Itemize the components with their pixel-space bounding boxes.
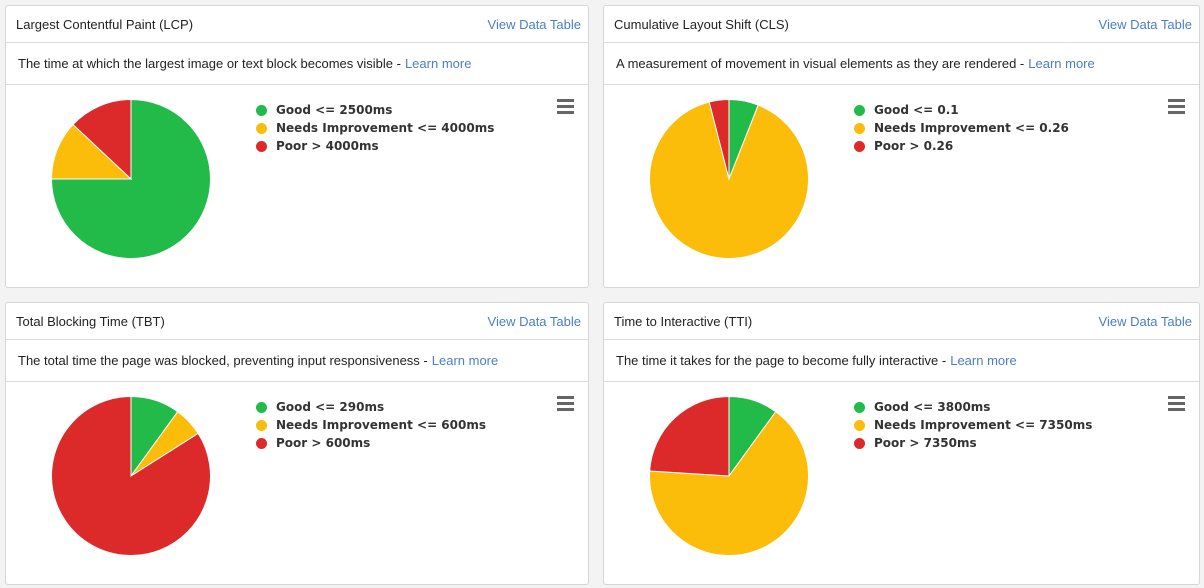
legend-item[interactable]: Needs Improvement <= 7350ms <box>854 416 1092 434</box>
legend-label: Poor > 600ms <box>276 436 371 450</box>
legend-item[interactable]: Good <= 290ms <box>256 398 486 416</box>
chart-legend: Good <= 3800ms Needs Improvement <= 7350… <box>854 398 1092 452</box>
legend-marker-icon <box>256 104 267 116</box>
hamburger-icon <box>1168 396 1185 399</box>
legend-marker-icon <box>256 140 267 152</box>
panel-description: The total time the page was blocked, pre… <box>6 340 588 382</box>
hamburger-icon <box>557 99 574 102</box>
legend-label: Poor > 7350ms <box>874 436 977 450</box>
legend-item[interactable]: Needs Improvement <= 600ms <box>256 416 486 434</box>
learn-more-link[interactable]: Learn more <box>405 56 471 71</box>
panel-description: A measurement of movement in visual elem… <box>604 43 1199 85</box>
legend-marker-icon <box>854 437 865 449</box>
panel-title: Largest Contentful Paint (LCP) <box>16 16 194 32</box>
pie-chart <box>50 98 211 259</box>
panel-header: Time to Interactive (TTI) View Data Tabl… <box>604 303 1199 340</box>
chart-area: Good <= 0.1 Needs Improvement <= 0.26 Po… <box>604 85 1199 287</box>
chart-legend: Good <= 2500ms Needs Improvement <= 4000… <box>256 101 494 155</box>
chart-legend: Good <= 290ms Needs Improvement <= 600ms… <box>256 398 486 452</box>
view-data-table-link[interactable]: View Data Table <box>1099 17 1192 32</box>
legend-marker-icon <box>256 419 267 431</box>
pie-chart <box>649 395 809 556</box>
legend-label: Good <= 290ms <box>276 400 385 414</box>
description-text: A measurement of movement in visual elem… <box>616 56 1025 71</box>
legend-item[interactable]: Needs Improvement <= 0.26 <box>854 119 1069 137</box>
panel-description: The time it takes for the page to become… <box>604 340 1199 382</box>
legend-label: Needs Improvement <= 4000ms <box>276 121 495 135</box>
legend-item[interactable]: Poor > 0.26 <box>854 137 1069 155</box>
panel-cls: Cumulative Layout Shift (CLS) View Data … <box>603 5 1200 288</box>
chart-area: Good <= 290ms Needs Improvement <= 600ms… <box>6 382 588 584</box>
chart-menu-button[interactable] <box>557 396 574 411</box>
legend-item[interactable]: Good <= 0.1 <box>854 101 1069 119</box>
panel-tbt: Total Blocking Time (TBT) View Data Tabl… <box>5 302 589 585</box>
legend-marker-icon <box>854 401 865 413</box>
panel-lcp: Largest Contentful Paint (LCP) View Data… <box>5 5 589 288</box>
panel-description: The time at which the largest image or t… <box>6 43 588 85</box>
legend-item[interactable]: Needs Improvement <= 4000ms <box>256 119 494 137</box>
view-data-table-link[interactable]: View Data Table <box>488 314 581 329</box>
hamburger-icon <box>1168 99 1185 102</box>
legend-marker-icon <box>256 437 267 449</box>
legend-item[interactable]: Poor > 4000ms <box>256 137 494 155</box>
legend-label: Poor > 0.26 <box>874 139 954 153</box>
legend-label: Good <= 0.1 <box>874 103 959 117</box>
description-text: The total time the page was blocked, pre… <box>18 353 428 368</box>
learn-more-link[interactable]: Learn more <box>432 353 498 368</box>
learn-more-link[interactable]: Learn more <box>1028 56 1094 71</box>
panel-header: Largest Contentful Paint (LCP) View Data… <box>6 6 588 43</box>
legend-label: Needs Improvement <= 0.26 <box>874 121 1069 135</box>
legend-label: Poor > 4000ms <box>276 139 379 153</box>
panel-tti: Time to Interactive (TTI) View Data Tabl… <box>603 302 1200 585</box>
chart-legend: Good <= 0.1 Needs Improvement <= 0.26 Po… <box>854 101 1069 155</box>
hamburger-icon <box>557 396 574 399</box>
chart-menu-button[interactable] <box>1168 396 1185 411</box>
pie-chart <box>51 395 211 556</box>
legend-label: Needs Improvement <= 7350ms <box>874 418 1093 432</box>
legend-marker-icon <box>854 140 865 152</box>
description-text: The time it takes for the page to become… <box>616 353 947 368</box>
legend-label: Good <= 2500ms <box>276 103 393 117</box>
legend-marker-icon <box>854 419 865 431</box>
legend-label: Needs Improvement <= 600ms <box>276 418 486 432</box>
legend-item[interactable]: Good <= 2500ms <box>256 101 494 119</box>
legend-marker-icon <box>256 122 267 134</box>
legend-item[interactable]: Poor > 7350ms <box>854 434 1092 452</box>
pie-chart <box>649 98 809 259</box>
panel-title: Total Blocking Time (TBT) <box>16 313 165 329</box>
legend-item[interactable]: Good <= 3800ms <box>854 398 1092 416</box>
pie-slice-poor[interactable] <box>649 395 730 477</box>
legend-marker-icon <box>854 104 865 116</box>
panel-title: Time to Interactive (TTI) <box>614 313 753 329</box>
panel-header: Total Blocking Time (TBT) View Data Tabl… <box>6 303 588 340</box>
legend-item[interactable]: Poor > 600ms <box>256 434 486 452</box>
legend-marker-icon <box>256 401 267 413</box>
legend-marker-icon <box>854 122 865 134</box>
chart-menu-button[interactable] <box>1168 99 1185 114</box>
learn-more-link[interactable]: Learn more <box>950 353 1016 368</box>
view-data-table-link[interactable]: View Data Table <box>488 17 581 32</box>
chart-menu-button[interactable] <box>557 99 574 114</box>
panel-title: Cumulative Layout Shift (CLS) <box>614 16 789 32</box>
chart-area: Good <= 2500ms Needs Improvement <= 4000… <box>6 85 588 287</box>
chart-area: Good <= 3800ms Needs Improvement <= 7350… <box>604 382 1199 584</box>
panel-header: Cumulative Layout Shift (CLS) View Data … <box>604 6 1199 43</box>
view-data-table-link[interactable]: View Data Table <box>1099 314 1192 329</box>
description-text: The time at which the largest image or t… <box>18 56 401 71</box>
legend-label: Good <= 3800ms <box>874 400 991 414</box>
